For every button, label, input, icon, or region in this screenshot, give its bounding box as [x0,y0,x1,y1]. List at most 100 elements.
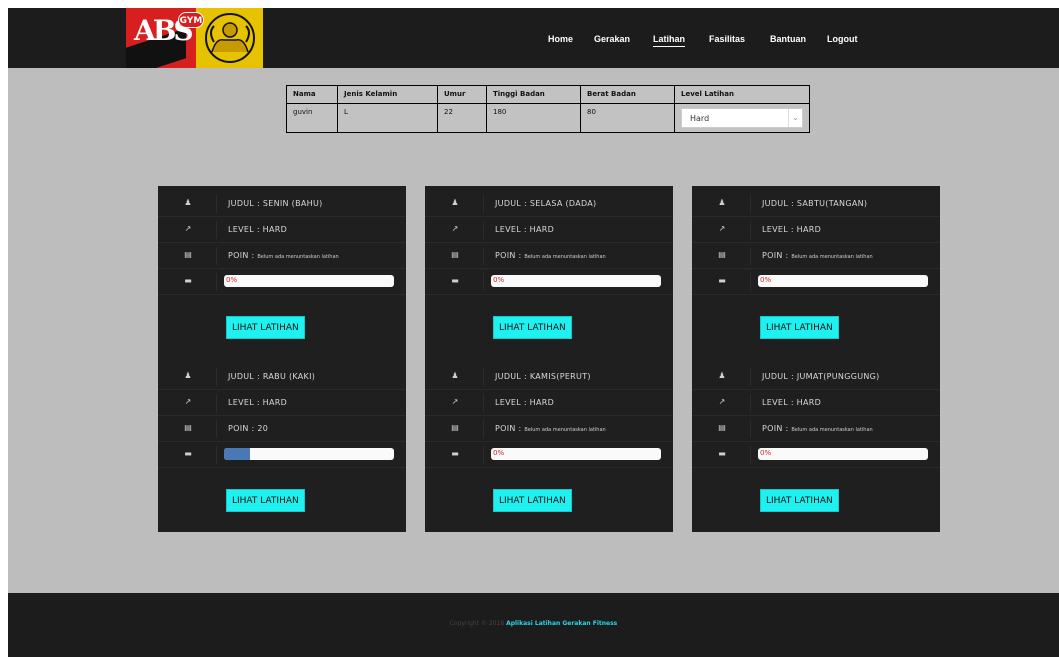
row-divider [216,446,217,464]
row-divider [483,368,484,386]
workout-card: ♟ JUDUL : RABU (KAKI) ↗ LEVEL : HARD ▤ POIN :… [158,359,406,532]
chart-icon: ↗ [184,397,192,406]
nav-logout[interactable]: Logout [827,34,858,44]
lihat-latihan-button[interactable]: LIHAT LATIHAN [760,489,839,512]
card-row-level: ↗ LEVEL : HARD [425,217,673,243]
cell-tinggi-badan: 180 [486,103,581,133]
workout-panel: ♟ JUDUL : SELASA (DADA) ↗ LEVEL : HARD ▤ POIN… [425,186,673,532]
progress-text: 0% [226,276,238,284]
nav-bantuan[interactable]: Bantuan [770,34,806,44]
footer-app-name: Aplikasi Latihan Gerakan Fitness [506,620,618,627]
card-judul: JUDUL : KAMIS(PERUT) [495,372,591,381]
progress-text: 0% [760,276,772,284]
row-divider [216,420,217,438]
progress-icon: ▬ [451,449,459,458]
card-row-judul: ♟ JUDUL : SABTU(TANGAN) [692,191,940,217]
card-judul: JUDUL : SELASA (DADA) [495,199,597,208]
chart-icon: ↗ [718,397,726,406]
row-divider [483,420,484,438]
cell-umur: 22 [437,103,487,133]
card-poin-value: Belum ada menuntaskan latihan [791,427,873,433]
cell-nama: guvin [286,103,338,133]
workout-panel: ♟ JUDUL : SENIN (BAHU) ↗ LEVEL : HARD ▤ POIN … [158,186,406,532]
card-poin-value: Belum ada menuntaskan latihan [524,254,606,260]
card-row-progress: ▬ 0% [692,442,940,468]
lihat-latihan-button[interactable]: LIHAT LATIHAN [760,316,839,339]
progress-icon: ▬ [718,449,726,458]
progress-bar: 0% [491,448,661,460]
page: ABS GYM Home Gerakan Latihan Fasilitas B… [8,8,1059,657]
row-divider [750,420,751,438]
progress-icon: ▬ [718,276,726,285]
progress-text: 0% [493,276,505,284]
card-poin: POIN : Belum ada menuntaskan latihan [762,424,873,433]
cell-level-latihan: Hard ⌄ [674,103,810,133]
card-row-progress: ▬ 0% [425,269,673,295]
card-row-poin: ▤ POIN : Belum ada menuntaskan latihan [158,243,406,269]
card-poin-label: POIN : [495,251,522,260]
row-divider [483,195,484,213]
card-poin: POIN : Belum ada menuntaskan latihan [495,424,606,433]
row-divider [483,394,484,412]
nav-fasilitas[interactable]: Fasilitas [709,34,745,44]
chart-icon: ↗ [451,224,459,233]
lihat-latihan-button[interactable]: LIHAT LATIHAN [493,489,572,512]
lihat-latihan-button[interactable]: LIHAT LATIHAN [226,489,305,512]
nav-home[interactable]: Home [548,34,573,44]
chart-icon: ↗ [718,224,726,233]
row-divider [750,368,751,386]
header-tinggi-badan: Tinggi Badan [486,85,581,104]
nav-gerakan[interactable]: Gerakan [594,34,630,44]
card-row-level: ↗ LEVEL : HARD [425,390,673,416]
workout-card: ♟ JUDUL : SELASA (DADA) ↗ LEVEL : HARD ▤ POIN… [425,186,673,359]
table-row: guvin L 22 180 80 Hard ⌄ [286,103,810,133]
card-poin-value: Belum ada menuntaskan latihan [791,254,873,260]
card-row-poin: ▤ POIN : Belum ada menuntaskan latihan [425,416,673,442]
card-row-progress: ▬ 0% [158,269,406,295]
footer-copyright: Copyright © 2018 Aplikasi Latihan Geraka… [8,620,1059,627]
card-poin: POIN : Belum ada menuntaskan latihan [495,251,606,260]
card-poin-label: POIN : [495,424,522,433]
row-divider [483,273,484,291]
level-select-value: Hard [690,114,710,123]
logo-gym-badge: GYM [178,12,204,28]
lihat-latihan-button[interactable]: LIHAT LATIHAN [493,316,572,339]
progress-fill [224,448,250,460]
user-icon: ♟ [184,198,192,207]
footer: Copyright © 2018 Aplikasi Latihan Geraka… [8,593,1059,657]
chart-icon: ↗ [184,224,192,233]
user-icon: ♟ [184,371,192,380]
row-divider [483,247,484,265]
row-divider [750,394,751,412]
row-divider [750,273,751,291]
progress-bar: 0% [224,275,394,287]
row-divider [216,394,217,412]
stack-icon: ▤ [184,250,192,259]
nav-latihan[interactable]: Latihan [653,34,686,47]
main-nav: Home Gerakan Latihan Fasilitas Bantuan L… [8,34,1059,54]
stack-icon: ▤ [451,250,459,259]
user-icon: ♟ [451,371,459,380]
card-row-poin: ▤ POIN : Belum ada menuntaskan latihan [692,243,940,269]
row-divider [216,221,217,239]
copyright-text: Copyright © 2018 [449,620,505,627]
row-divider [216,247,217,265]
progress-bar: 0% [758,448,928,460]
card-level: LEVEL : HARD [228,398,288,407]
row-divider [750,195,751,213]
card-poin: POIN : Belum ada menuntaskan latihan [762,251,873,260]
header-nama: Nama [286,85,338,104]
workout-card: ♟ JUDUL : JUMAT(PUNGGUNG) ↗ LEVEL : HARD ▤ PO… [692,359,940,532]
header-level-latihan: Level Latihan [674,85,810,104]
row-divider [750,446,751,464]
card-poin-label: POIN : [228,251,255,260]
user-icon: ♟ [718,371,726,380]
card-level: LEVEL : HARD [228,225,288,234]
user-info-table: Nama Jenis Kelamin Umur Tinggi Badan Ber… [286,85,810,133]
level-select[interactable]: Hard ⌄ [681,108,803,128]
lihat-latihan-button[interactable]: LIHAT LATIHAN [226,316,305,339]
card-judul: JUDUL : JUMAT(PUNGGUNG) [762,372,880,381]
card-level: LEVEL : HARD [762,398,822,407]
card-row-judul: ♟ JUDUL : JUMAT(PUNGGUNG) [692,364,940,390]
stack-icon: ▤ [451,423,459,432]
